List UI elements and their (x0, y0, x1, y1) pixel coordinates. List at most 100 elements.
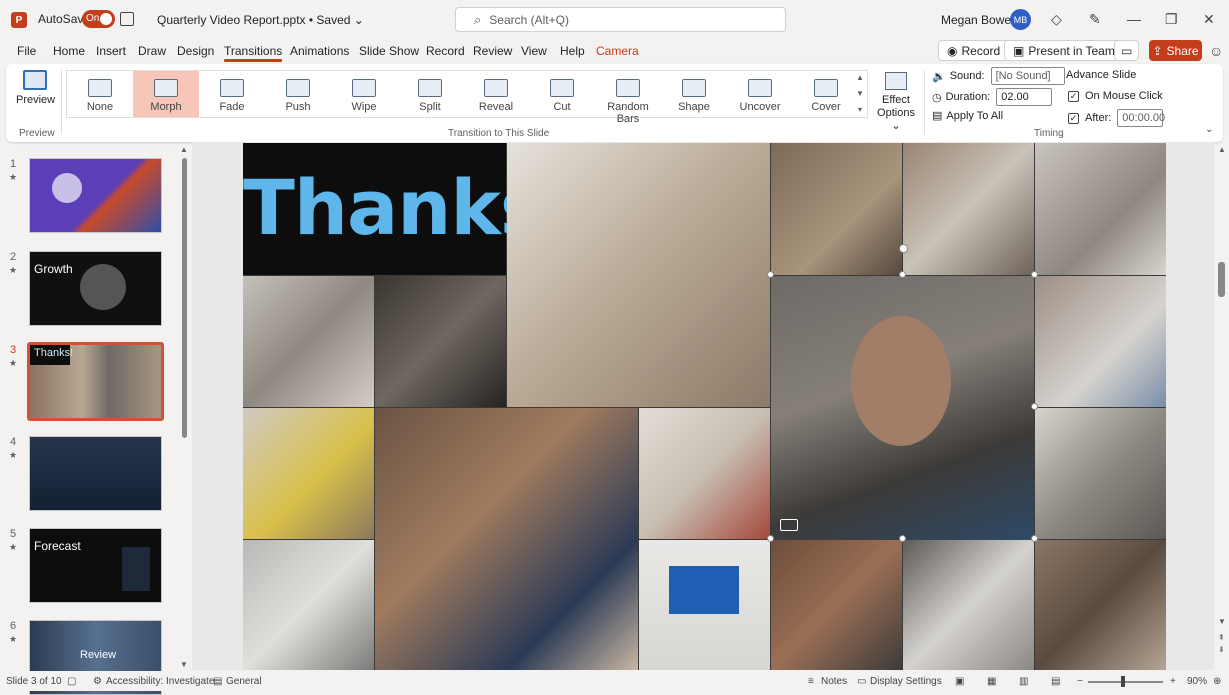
after-checkbox[interactable]: ✓ (1068, 112, 1079, 124)
transition-split[interactable]: Split (397, 71, 463, 117)
slide-preview[interactable] (29, 436, 162, 511)
spellcheck-icon[interactable]: ▢ (67, 676, 76, 687)
display-settings-button[interactable]: Display Settings (870, 676, 942, 687)
duration-input[interactable]: 02.00 (996, 88, 1053, 106)
after-input[interactable]: 00:00.00 (1117, 109, 1165, 127)
minimize-icon[interactable]: — (1127, 11, 1141, 27)
tab-design[interactable]: Design (177, 44, 214, 58)
zoom-in-icon[interactable]: + (1170, 676, 1176, 687)
photo-woman-laptop[interactable] (1035, 276, 1166, 407)
transition-uncover[interactable]: Uncover (727, 71, 793, 117)
resize-handle[interactable] (1031, 271, 1038, 278)
zoom-slider[interactable] (1088, 681, 1163, 683)
photo-man-laptop[interactable] (903, 143, 1034, 275)
transition-morph[interactable]: Morph (133, 71, 199, 117)
pen-icon[interactable]: ✎ (1089, 11, 1101, 28)
photo-tablet-drawing[interactable] (639, 408, 770, 539)
photo-sketch-tablet[interactable] (243, 540, 374, 670)
slide-preview[interactable]: Growth (29, 251, 162, 326)
normal-view-icon[interactable]: ▣ (955, 676, 964, 687)
ribbon-options-icon[interactable]: ☺ (1209, 43, 1223, 59)
apply-to-all-button[interactable]: ▤ Apply To All (932, 109, 1003, 123)
photo-window-headphones[interactable] (1035, 408, 1166, 539)
resize-handle[interactable] (1031, 403, 1038, 410)
scroll-up-icon[interactable]: ▲ (180, 145, 188, 154)
tab-review[interactable]: Review (473, 44, 512, 58)
scroll-down-icon[interactable]: ▼ (1218, 617, 1226, 626)
share-button[interactable]: ⇪ Share (1149, 40, 1202, 61)
photo-office-monitors[interactable] (903, 540, 1034, 670)
reading-view-icon[interactable]: ▥ (1019, 676, 1028, 687)
sound-dropdown[interactable]: [No Sound] (990, 67, 1065, 85)
tab-animations[interactable]: Animations (290, 44, 349, 58)
photo-team-table[interactable] (507, 143, 770, 407)
current-slide[interactable]: Thanks! (243, 143, 1166, 670)
photo-kitchen-laptop[interactable] (1035, 143, 1166, 275)
save-icon[interactable] (120, 12, 134, 26)
resize-handle[interactable] (899, 535, 906, 542)
camera-feed-woman[interactable] (771, 276, 1034, 540)
comments-button[interactable]: ▭ (1114, 40, 1140, 61)
zoom-slider-thumb[interactable] (1121, 676, 1125, 687)
scroll-down-icon[interactable]: ▼ (180, 660, 188, 669)
tab-slide-show[interactable]: Slide Show (359, 44, 419, 58)
transition-wipe[interactable]: Wipe (331, 71, 397, 117)
collapse-ribbon-icon[interactable]: ⌄ (1205, 124, 1213, 135)
slide-preview[interactable]: Thanks! (27, 342, 164, 421)
present-in-teams-button[interactable]: ▣ Present in Teams (1004, 40, 1130, 61)
transition-random-bars[interactable]: Random Bars (595, 71, 661, 125)
tab-home[interactable]: Home (53, 44, 85, 58)
transition-push[interactable]: Push (265, 71, 331, 117)
slide-sorter-icon[interactable]: ▦ (987, 676, 996, 687)
autosave-toggle[interactable]: On (82, 10, 115, 28)
tab-transitions[interactable]: Transitions (224, 44, 283, 62)
notes-button[interactable]: Notes (821, 676, 847, 687)
scroll-up-icon[interactable]: ▲ (1218, 145, 1226, 154)
accessibility-status[interactable]: Accessibility: Investigate (106, 676, 214, 687)
on-mouse-click-checkbox[interactable]: ✓ On Mouse Click (1068, 90, 1163, 102)
resize-handle[interactable] (1031, 535, 1038, 542)
thanks-title-block[interactable]: Thanks! (243, 143, 579, 275)
photo-woman-yellow[interactable] (243, 408, 374, 539)
zoom-level[interactable]: 90% (1187, 676, 1207, 687)
camera-icon[interactable] (780, 519, 798, 531)
slide-preview[interactable] (29, 158, 162, 233)
transition-shape[interactable]: Shape (661, 71, 727, 117)
diamond-icon[interactable]: ◇ (1051, 11, 1062, 28)
transition-cover[interactable]: Cover (793, 71, 859, 117)
slideshow-icon[interactable]: ▤ (1051, 676, 1060, 687)
transition-reveal[interactable]: Reveal (463, 71, 529, 117)
tab-draw[interactable]: Draw (138, 44, 166, 58)
resize-handle[interactable] (899, 271, 906, 278)
next-slide-icon[interactable]: ⇟ (1218, 645, 1225, 654)
canvas-scrollbar[interactable]: ▲ ▼ ⇞ ⇟ (1214, 145, 1229, 670)
transition-fade[interactable]: Fade (199, 71, 265, 117)
preview-button[interactable]: Preview (16, 70, 55, 120)
tab-insert[interactable]: Insert (96, 44, 126, 58)
chevron-down-icon[interactable]: ▼ (854, 86, 866, 102)
tab-record[interactable]: Record (426, 44, 465, 58)
photo-women-monitor[interactable] (375, 408, 638, 670)
photo-desktop-pc[interactable] (639, 540, 770, 670)
photo-laptop-editing[interactable] (771, 540, 902, 670)
fit-slide-icon[interactable]: ⊕ (1213, 676, 1221, 687)
tab-help[interactable]: Help (560, 44, 585, 58)
document-title[interactable]: Quarterly Video Report.pptx • Saved ⌄ (157, 13, 364, 27)
resize-handle[interactable] (767, 271, 774, 278)
rotate-handle[interactable] (899, 244, 908, 253)
photo-two-women[interactable] (1035, 540, 1166, 670)
prev-slide-icon[interactable]: ⇞ (1218, 633, 1225, 642)
resize-handle[interactable] (767, 535, 774, 542)
canvas-scroll-thumb[interactable] (1218, 262, 1225, 297)
close-icon[interactable]: ✕ (1203, 11, 1215, 28)
gallery-scroll[interactable]: ▲ ▼ ▾ (854, 70, 866, 118)
avatar[interactable]: MB (1010, 9, 1031, 30)
thumbnail-scroll-thumb[interactable] (182, 158, 187, 438)
chevron-up-icon[interactable]: ▲ (854, 70, 866, 86)
tab-view[interactable]: View (521, 44, 547, 58)
photo-video-call[interactable] (375, 276, 506, 407)
effect-options-button[interactable]: Effect Options ⌄ (872, 70, 920, 132)
photo-laptop-desk[interactable] (243, 276, 374, 407)
search-box[interactable]: ⌕ Search (Alt+Q) (455, 7, 786, 32)
transition-none[interactable]: None (67, 71, 133, 117)
